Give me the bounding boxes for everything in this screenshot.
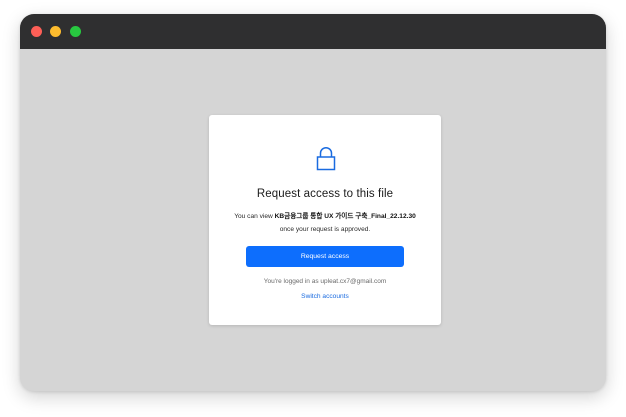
description-prefix: You can view <box>234 213 275 220</box>
request-access-dialog: Request access to this file You can view… <box>209 115 441 325</box>
dialog-description: You can view KB금융그룹 통합 UX 가이드 구축_Final_2… <box>231 210 419 236</box>
app-window: Request access to this file You can view… <box>20 14 606 391</box>
file-name: KB금융그룹 통합 UX 가이드 구축_Final_22.12.30 <box>274 213 416 220</box>
window-content: Request access to this file You can view… <box>20 49 606 391</box>
window-titlebar <box>20 14 606 49</box>
request-access-button[interactable]: Request access <box>246 246 404 267</box>
minimize-window-button[interactable] <box>50 26 61 37</box>
dialog-title: Request access to this file <box>256 188 394 200</box>
lock-icon <box>315 146 337 172</box>
maximize-window-button[interactable] <box>70 26 81 37</box>
description-suffix: once your request is approved. <box>279 226 371 233</box>
logged-in-status: You're logged in as upleat.cx7@gmail.com <box>263 278 387 285</box>
switch-accounts-link[interactable]: Switch accounts <box>209 293 441 300</box>
close-window-button[interactable] <box>31 26 42 37</box>
